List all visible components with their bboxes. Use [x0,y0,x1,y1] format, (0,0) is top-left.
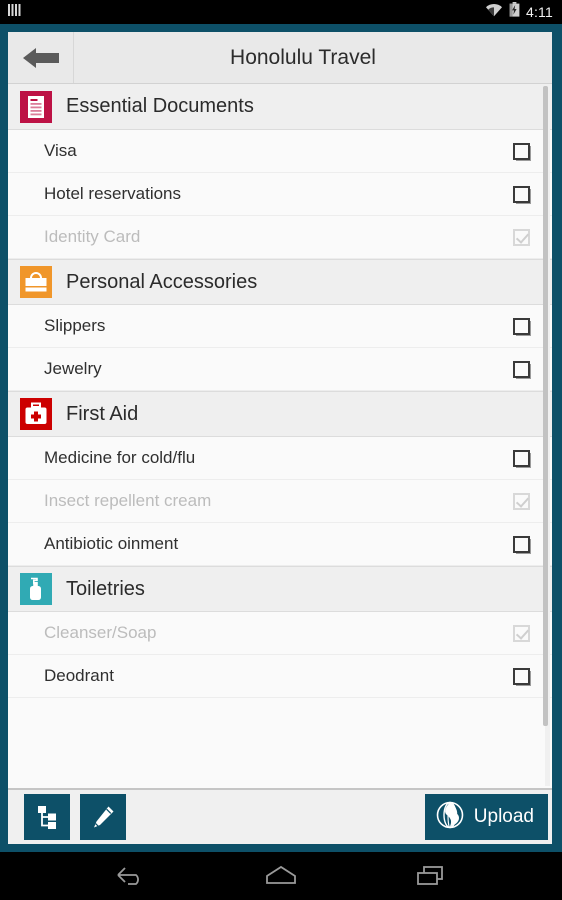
checklist-item-label: Slippers [44,316,106,335]
bottom-toolbar: Upload [8,788,552,844]
checklist-item-row[interactable]: Identity Card [8,216,552,259]
category-header[interactable]: First Aid [8,391,552,437]
pump-bottle-icon [20,573,52,605]
edit-button[interactable] [80,794,126,840]
app-content: Honolulu Travel Essential Documents Visa H… [8,32,552,844]
checklist-item-row[interactable]: Cleanser/Soap [8,612,552,655]
checklist-item-row[interactable]: Insect repellent cream [8,480,552,523]
pencil-icon [90,804,116,830]
android-nav-bar [0,852,562,900]
category-label: Personal Accessories [66,270,258,293]
document-icon [20,90,52,123]
first-aid-kit-icon [20,398,52,430]
menu-bars-icon [8,3,21,22]
category-label: Essential Documents [66,95,254,117]
recents-nav-icon[interactable] [414,864,448,888]
hierarchy-tree-icon [34,804,60,830]
checklist-item-label: Antibiotic oinment [44,534,179,553]
checklist-item-label: Medicine for cold/flu [44,448,196,467]
category-label: Toiletries [66,577,145,600]
category-header[interactable]: Toiletries [8,566,552,612]
back-arrow-icon [22,45,60,71]
list-bottom-filler [8,698,552,750]
checklist-item-checkbox[interactable] [513,492,530,510]
app-title-bar: Honolulu Travel [8,32,552,84]
checklist-item-row[interactable]: Antibiotic oinment [8,523,552,566]
checklist-item-label: Jewelry [44,359,102,378]
android-status-bar: 4:11 [0,0,562,24]
checklist-item-row[interactable]: Visa [8,130,552,173]
checklist-item-checkbox[interactable] [513,449,530,467]
battery-icon [509,2,520,22]
upload-button[interactable]: Upload [424,794,548,840]
wifi-icon [485,3,503,22]
checklist-item-label: Identity Card [44,227,141,246]
device-screen: 4:11 Honolulu Travel Essential Documents… [0,0,562,900]
home-nav-icon[interactable] [263,864,299,888]
checklist-item-checkbox[interactable] [513,667,530,685]
checklist-item-row[interactable]: Jewelry [8,348,552,391]
handbag-icon [20,266,52,298]
checklist-item-label: Deodrant [44,666,114,685]
scrollbar-track[interactable] [543,86,550,786]
checklist-item-label: Insect repellent cream [44,491,212,510]
hierarchy-button[interactable] [24,794,70,840]
checklist-item-label: Cleanser/Soap [44,623,157,642]
checklist-item-label: Hotel reservations [44,184,182,203]
checklist-item-row[interactable]: Hotel reservations [8,173,552,216]
upload-button-label: Upload [473,806,534,827]
checklist-item-checkbox[interactable] [513,317,530,335]
category-header[interactable]: Essential Documents [8,84,552,130]
status-bar-left [0,3,21,22]
title-container: Honolulu Travel [74,32,552,83]
checklist-item-checkbox[interactable] [513,142,530,160]
checklist-root: Essential Documents Visa Hotel reservation… [8,84,552,698]
status-bar-right: 4:11 [485,2,562,22]
checklist-item-label: Visa [44,141,77,160]
checklist-item-row[interactable]: Slippers [8,305,552,348]
scrollbar-thumb[interactable] [543,86,548,726]
category-header[interactable]: Personal Accessories [8,259,552,305]
checklist-item-checkbox[interactable] [513,228,530,246]
status-bar-clock: 4:11 [525,4,553,20]
back-button[interactable] [8,32,74,83]
globe-icon [435,800,465,835]
checklist-item-checkbox[interactable] [513,360,530,378]
back-nav-icon[interactable] [114,864,148,888]
checklist-item-checkbox[interactable] [513,185,530,203]
category-label: First Aid [66,402,139,425]
page-title: Honolulu Travel [230,45,376,69]
checklist-item-row[interactable]: Deodrant [8,655,552,698]
checklist-scroll-area[interactable]: Essential Documents Visa Hotel reservation… [8,84,552,788]
checklist-item-row[interactable]: Medicine for cold/flu [8,437,552,480]
checklist-item-checkbox[interactable] [513,624,530,642]
checklist-item-checkbox[interactable] [513,535,530,553]
app-window-frame: Honolulu Travel Essential Documents Visa H… [0,24,562,852]
